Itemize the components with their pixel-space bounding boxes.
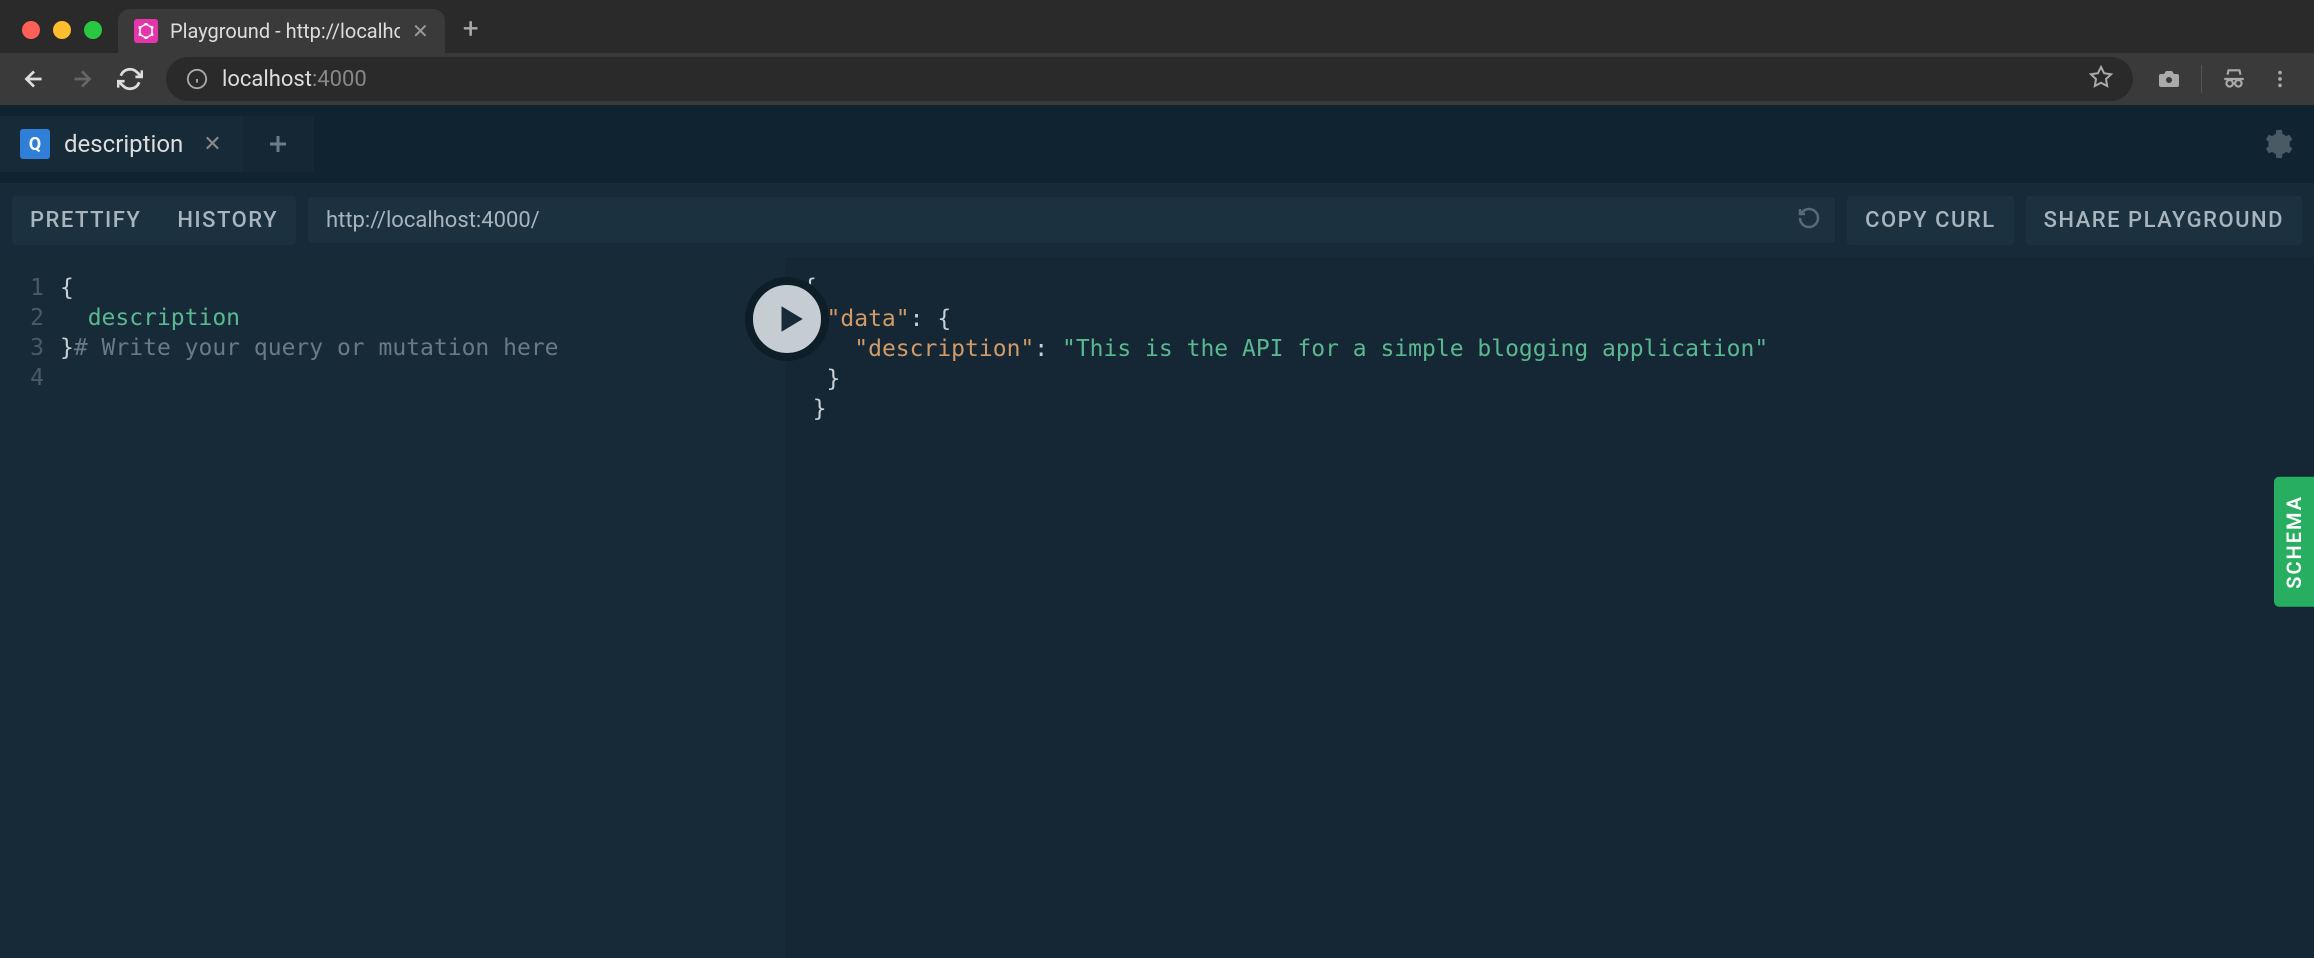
prettify-button[interactable]: PRETTIFY — [12, 196, 159, 245]
window-maximize-button[interactable] — [84, 21, 102, 39]
bookmark-star-icon[interactable] — [2089, 65, 2113, 93]
url-text: localhost:4000 — [222, 67, 367, 92]
browser-tab-title: Playground - http://localhost:4 — [170, 19, 400, 43]
back-button[interactable] — [14, 59, 54, 99]
playground-tab-close-icon[interactable]: ✕ — [203, 132, 221, 157]
editor-code: { description }# Write your query or mut… — [60, 273, 785, 958]
browser-tab-close-icon[interactable]: ✕ — [412, 19, 429, 43]
graphql-playground: Q description ✕ PRETTIFY HISTORY http://… — [0, 105, 2314, 958]
query-badge: Q — [20, 129, 50, 159]
playground-tab[interactable]: Q description ✕ — [0, 116, 242, 172]
playground-tab-label: description — [64, 130, 183, 158]
toolbar-divider — [2201, 65, 2202, 93]
playground-new-tab-button[interactable] — [242, 116, 314, 172]
playground-tab-row: Q description ✕ — [0, 105, 2314, 183]
browser-new-tab-button[interactable]: + — [445, 12, 497, 53]
browser-chrome: Playground - http://localhost:4 ✕ + loca… — [0, 0, 2314, 105]
browser-toolbar-right — [2149, 59, 2300, 99]
reload-button[interactable] — [110, 59, 150, 99]
browser-toolbar: localhost:4000 — [0, 53, 2314, 105]
query-editor[interactable]: 1 2 3 4 { description }# Write your quer… — [0, 257, 785, 958]
playground-toolbar: PRETTIFY HISTORY http://localhost:4000/ … — [0, 183, 2314, 257]
schema-tab[interactable]: SCHEMA — [2274, 477, 2314, 607]
menu-icon[interactable] — [2260, 59, 2300, 99]
execute-button[interactable] — [745, 277, 829, 361]
address-bar[interactable]: localhost:4000 — [166, 57, 2133, 101]
playground-workspace: 1 2 3 4 { description }# Write your quer… — [0, 257, 2314, 958]
editor-gutter: 1 2 3 4 — [0, 273, 60, 958]
window-controls — [14, 21, 112, 53]
camera-icon[interactable] — [2149, 59, 2189, 99]
toolbar-button-group: PRETTIFY HISTORY — [12, 196, 296, 245]
endpoint-url: http://localhost:4000/ — [326, 208, 540, 233]
window-minimize-button[interactable] — [53, 21, 71, 39]
browser-tab[interactable]: Playground - http://localhost:4 ✕ — [118, 9, 445, 53]
endpoint-input[interactable]: http://localhost:4000/ — [308, 197, 1835, 243]
browser-tab-bar: Playground - http://localhost:4 ✕ + — [0, 0, 2314, 53]
history-button[interactable]: HISTORY — [159, 196, 296, 245]
endpoint-reload-icon[interactable] — [1797, 206, 1821, 234]
share-playground-button[interactable]: SHARE PLAYGROUND — [2026, 196, 2302, 245]
copy-curl-button[interactable]: COPY CURL — [1847, 196, 2013, 245]
graphql-icon — [134, 19, 158, 43]
forward-button[interactable] — [62, 59, 102, 99]
settings-gear-icon[interactable] — [2260, 127, 2294, 165]
site-info-icon[interactable] — [186, 68, 208, 90]
result-pane[interactable]: ▼{ "data": { "description": "This is the… — [785, 257, 2314, 958]
incognito-icon[interactable] — [2214, 59, 2254, 99]
window-close-button[interactable] — [22, 21, 40, 39]
